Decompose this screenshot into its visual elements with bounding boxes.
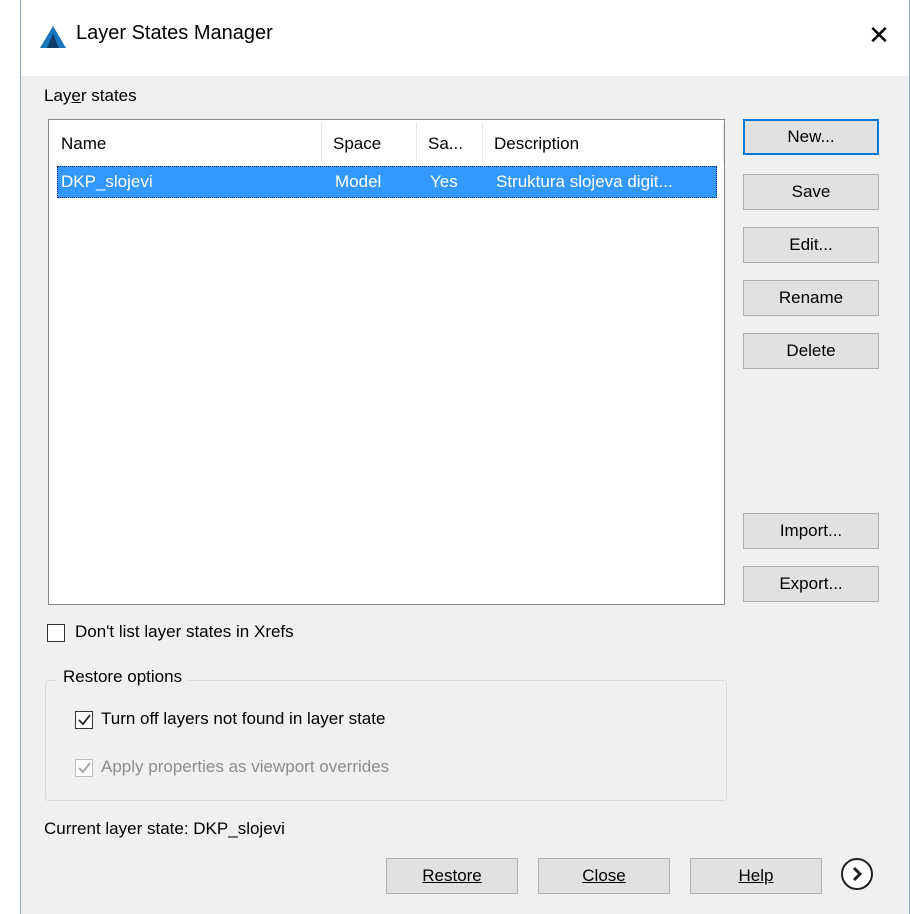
apply-viewport-overrides-checkbox: [75, 759, 93, 777]
column-header-description[interactable]: Description: [482, 120, 724, 164]
title-bar: Layer States Manager ✕: [21, 0, 909, 76]
import-button[interactable]: Import...: [743, 513, 879, 549]
row-space: Model: [335, 172, 382, 191]
restore-options-group: [45, 680, 727, 801]
close-button[interactable]: Close: [538, 858, 670, 894]
dont-list-xrefs-checkbox[interactable]: [47, 624, 65, 642]
turn-off-layers-checkbox[interactable]: [75, 711, 93, 729]
column-header-name[interactable]: Name: [49, 120, 321, 164]
delete-button[interactable]: Delete: [743, 333, 879, 369]
layer-states-label: Layer states: [44, 86, 137, 105]
dont-list-xrefs-label: Don't list layer states in Xrefs: [75, 622, 294, 641]
row-description: Struktura slojeva digit...: [496, 172, 673, 191]
row-name: DKP_slojevi: [61, 172, 153, 191]
apply-viewport-overrides-label: Apply properties as viewport overrides: [101, 757, 390, 776]
row-saved: Yes: [430, 172, 458, 191]
window-title: Layer States Manager: [76, 22, 273, 44]
autocad-a-icon: [40, 26, 66, 48]
checkmark-icon: [78, 762, 91, 774]
current-layer-state: Current layer state: DKP_slojevi: [44, 819, 285, 838]
new-button[interactable]: New...: [743, 119, 879, 155]
turn-off-layers-label: Turn off layers not found in layer state: [101, 709, 386, 728]
layer-states-manager-dialog: Layer States Manager ✕ Layer states Name…: [20, 0, 910, 914]
checkmark-icon: [78, 714, 91, 726]
table-row[interactable]: DKP_slojevi Model Yes Struktura slojeva …: [57, 166, 717, 198]
restore-button[interactable]: Restore: [386, 858, 518, 894]
save-button[interactable]: Save: [743, 174, 879, 210]
column-header-saved[interactable]: Sa...: [416, 120, 482, 164]
edit-button[interactable]: Edit...: [743, 227, 879, 263]
chevron-right-circle-icon: [852, 866, 863, 882]
export-button[interactable]: Export...: [743, 566, 879, 602]
close-icon[interactable]: ✕: [859, 18, 899, 52]
rename-button[interactable]: Rename: [743, 280, 879, 316]
layer-states-list[interactable]: Name Space Sa... Description DKP_slojevi…: [48, 119, 725, 605]
list-header: Name Space Sa... Description: [49, 120, 724, 164]
restore-options-title: Restore options: [57, 667, 189, 687]
column-header-space[interactable]: Space: [321, 120, 416, 164]
more-options-button[interactable]: [841, 858, 873, 890]
help-button[interactable]: Help: [690, 858, 822, 894]
